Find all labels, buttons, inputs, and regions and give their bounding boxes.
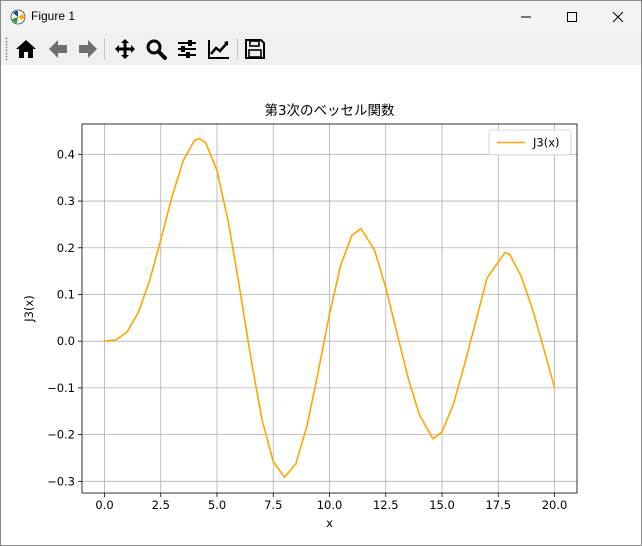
toolbar-separator (104, 38, 105, 60)
x-tick-label: 17.5 (485, 498, 511, 512)
x-tick-label: 5.0 (208, 498, 226, 512)
toolbar-grip (5, 37, 8, 61)
back-icon (49, 40, 67, 58)
x-tick-label: 2.5 (152, 498, 170, 512)
save-icon (245, 39, 265, 59)
y-tick-label: −0.2 (47, 428, 75, 442)
save-button[interactable] (242, 36, 268, 62)
x-tick-label: 7.5 (264, 498, 282, 512)
y-tick-label: 0.1 (57, 287, 75, 301)
configure-subplots-button[interactable] (174, 36, 200, 62)
close-icon (612, 11, 624, 22)
edit-axis-button[interactable] (206, 36, 232, 62)
home-button[interactable] (13, 36, 39, 62)
home-icon (16, 40, 36, 58)
x-tick-label: 15.0 (429, 498, 455, 512)
figure-window: Figure 1 0.0 2.5 5.0 7.5 10.0 12.5 15.0 … (0, 0, 642, 546)
navigation-toolbar (1, 32, 641, 65)
maximize-icon (567, 11, 577, 22)
legend-label: J3(x) (532, 136, 560, 150)
minimize-button[interactable] (503, 1, 549, 32)
edit-axis-icon (208, 40, 229, 59)
y-tick-label: 0.2 (57, 241, 75, 255)
pan-button[interactable] (112, 36, 138, 62)
y-tick-label: −0.1 (47, 381, 75, 395)
configure-subplots-icon (178, 40, 196, 58)
matplotlib-icon (10, 9, 26, 25)
forward-icon (79, 40, 97, 58)
forward-button[interactable] (75, 36, 101, 62)
back-button[interactable] (45, 36, 71, 62)
x-tick-label: 10.0 (317, 498, 343, 512)
title-bar: Figure 1 (1, 1, 641, 32)
zoom-icon (146, 39, 167, 60)
zoom-button[interactable] (143, 36, 169, 62)
chart-title: 第3次のベッセル関数 (264, 102, 395, 119)
y-tick-label: 0.3 (57, 194, 75, 208)
x-tick-label: 0.0 (95, 498, 113, 512)
maximize-button[interactable] (549, 1, 595, 32)
y-axis-label: J3(x) (22, 295, 36, 323)
x-axis-label: x (326, 516, 333, 530)
toolbar-separator (237, 38, 238, 60)
figure-canvas[interactable]: 0.0 2.5 5.0 7.5 10.0 12.5 15.0 17.5 20.0 −0.3 −0.2… (1, 65, 641, 545)
pan-icon (115, 39, 135, 59)
x-tick-label: 12.5 (373, 498, 399, 512)
chart[interactable]: 0.0 2.5 5.0 7.5 10.0 12.5 15.0 17.5 20.0 −0.3 −0.2… (1, 65, 641, 545)
y-tick-label: 0.4 (57, 147, 75, 161)
window-title: Figure 1 (31, 9, 76, 23)
y-tick-label: −0.3 (47, 474, 75, 488)
close-button[interactable] (595, 1, 641, 32)
y-tick-label: 0.0 (57, 334, 75, 348)
x-tick-label: 20.0 (542, 498, 568, 512)
minimize-icon (521, 16, 531, 17)
